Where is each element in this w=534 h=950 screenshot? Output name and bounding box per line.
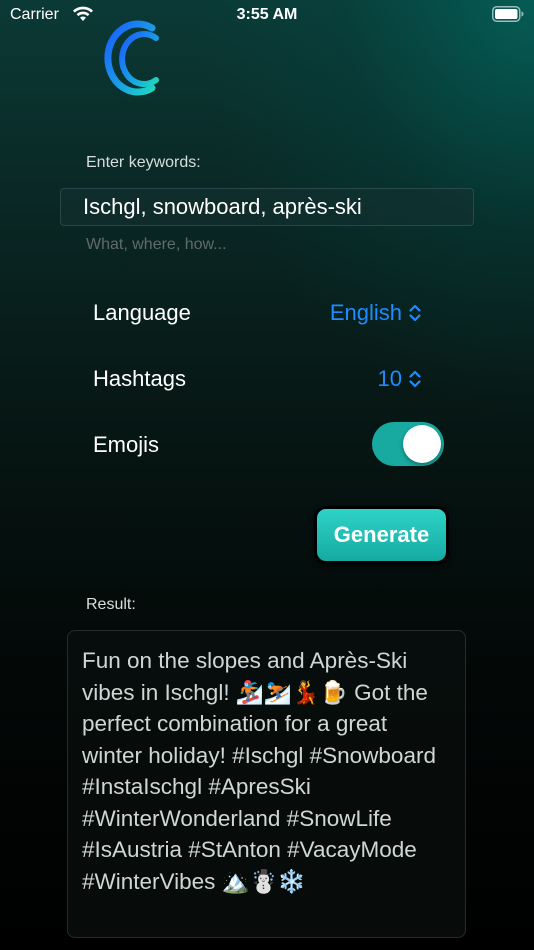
chevron-up-down-icon xyxy=(409,370,421,388)
chevron-up-down-icon xyxy=(409,304,421,322)
toggle-knob xyxy=(403,425,441,463)
language-label: Language xyxy=(93,300,191,325)
language-picker[interactable]: English xyxy=(330,300,422,326)
hashtags-label: Hashtags xyxy=(93,366,186,391)
language-value: English xyxy=(329,300,402,325)
keywords-input[interactable]: Ischgl, snowboard, après-ski xyxy=(60,188,474,226)
status-bar: Carrier 3:55 AM xyxy=(0,0,534,30)
result-label: Result: xyxy=(86,596,136,613)
battery-icon xyxy=(492,6,524,22)
keywords-input-value: Ischgl, snowboard, après-ski xyxy=(83,194,362,219)
hashtags-picker[interactable]: 10 xyxy=(378,366,422,392)
hashtags-value: 10 xyxy=(377,366,402,391)
keywords-label: Enter keywords: xyxy=(86,154,201,171)
clock: 3:55 AM xyxy=(236,6,298,23)
generate-button[interactable]: Generate xyxy=(314,506,449,564)
result-text[interactable]: Fun on the slopes and Après-Ski vibes in… xyxy=(67,630,466,938)
emojis-toggle[interactable] xyxy=(372,422,444,466)
keywords-hint: What, where, how... xyxy=(86,236,227,253)
app-logo-c-icon xyxy=(104,20,159,96)
emojis-label: Emojis xyxy=(93,432,160,457)
